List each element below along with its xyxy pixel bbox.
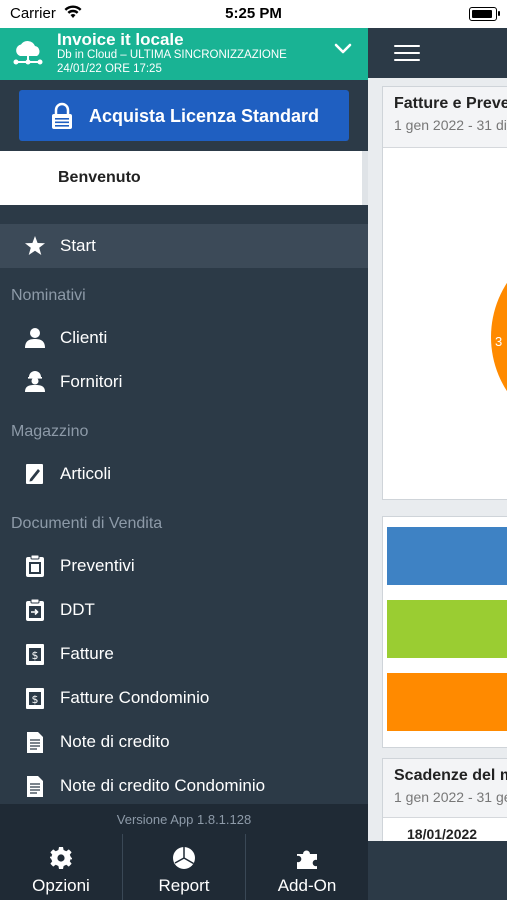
- person-icon: [25, 328, 45, 348]
- card-title: Fatture e Preventivi: [394, 95, 507, 112]
- summary-bar-orange: [387, 673, 507, 731]
- sidebar-item-articoli[interactable]: Articoli: [0, 452, 368, 496]
- section-nominativi: Nominativi: [0, 268, 368, 316]
- pie-slice-label: 3: [495, 334, 503, 349]
- clipboard-arrow-icon: [26, 599, 44, 621]
- card-title: Scadenze del mese: [394, 767, 507, 784]
- sidebar-item-label: Clienti: [60, 328, 108, 347]
- main-bottom-bar: [368, 841, 507, 900]
- due-date: 18/01/2022: [407, 826, 478, 842]
- sidebar-item-label: Fatture: [60, 644, 114, 663]
- tab-report[interactable]: Report: [123, 838, 245, 900]
- gear-icon: [50, 847, 72, 869]
- sidebar-item-label: Fatture Condominio: [60, 688, 210, 707]
- section-magazzino: Magazzino: [0, 404, 368, 452]
- card-header: Fatture e Preventivi 1 gen 2022 - 31 dic…: [383, 87, 507, 148]
- document-icon: [27, 732, 43, 753]
- sidebar-item-label: Articoli: [60, 464, 112, 483]
- section-label: Documenti di Vendita: [11, 515, 163, 532]
- app-version: Versione App 1.8.1.128: [116, 812, 252, 827]
- hamburger-menu-icon[interactable]: [394, 45, 420, 61]
- sidebar-item-note-credito[interactable]: Note di credito: [0, 720, 368, 764]
- card-subtitle: 1 gen 2022 - 31 gen 2022: [394, 789, 507, 805]
- pie-chart-icon: [173, 847, 195, 869]
- tab-label: Add-On: [277, 876, 337, 895]
- sidebar-item-fornitori[interactable]: Fornitori: [0, 360, 368, 404]
- tab-opzioni[interactable]: Opzioni: [0, 838, 122, 900]
- invoice-dollar-icon: $: [26, 644, 44, 665]
- status-time: 5:25 PM: [225, 5, 282, 22]
- sidebar-item-label: Start: [60, 236, 96, 255]
- sidebar-item-label: Note di credito: [60, 732, 170, 751]
- buy-license-button[interactable]: Acquista Licenza Standard: [19, 90, 349, 141]
- sidebar: Invoice it locale Db in Cloud – ULTIMA S…: [0, 28, 368, 900]
- sidebar-item-note-credito-condominio[interactable]: Note di credito Condominio: [0, 764, 368, 808]
- lock-icon: [52, 102, 72, 129]
- sync-status: Db in Cloud – ULTIMA SINCRONIZZAZIONE: [57, 49, 287, 61]
- worker-icon: [25, 371, 45, 392]
- app-title: Invoice it locale: [57, 30, 184, 49]
- main-content: Fatture e Preventivi 1 gen 2022 - 31 dic…: [368, 28, 507, 900]
- tab-add-on[interactable]: Add-On: [246, 838, 368, 900]
- clipboard-icon: [26, 555, 44, 577]
- sidebar-item-start[interactable]: Start: [0, 224, 368, 268]
- bar-summary-card[interactable]: [382, 516, 507, 748]
- status-bar: Carrier 5:25 PM: [0, 0, 507, 28]
- chevron-down-icon[interactable]: [334, 42, 352, 56]
- svg-text:$: $: [32, 693, 39, 706]
- sidebar-item-fatture-condominio[interactable]: $ Fatture Condominio: [0, 676, 368, 720]
- sidebar-item-label: Note di credito Condominio: [60, 776, 266, 795]
- welcome-row[interactable]: Benvenuto: [0, 151, 362, 205]
- cloud-sync-icon: [13, 41, 43, 65]
- summary-bar-green: [387, 600, 507, 658]
- welcome-edge: [362, 151, 368, 205]
- sidebar-item-fatture[interactable]: $ Fatture: [0, 632, 368, 676]
- summary-bar-blue: [387, 527, 507, 585]
- document-icon: [27, 776, 43, 797]
- buy-license-label: Acquista Licenza Standard: [89, 106, 320, 126]
- sidebar-footer: Versione App 1.8.1.128 Opzioni Report Ad…: [0, 804, 368, 900]
- tab-label: Report: [158, 876, 210, 895]
- edit-document-icon: [26, 464, 43, 484]
- sidebar-item-ddt[interactable]: DDT: [0, 588, 368, 632]
- sidebar-item-label: DDT: [60, 600, 95, 619]
- invoices-chart-card[interactable]: Fatture e Preventivi 1 gen 2022 - 31 dic…: [382, 86, 507, 500]
- db-sync-header[interactable]: Invoice it locale Db in Cloud – ULTIMA S…: [0, 28, 368, 80]
- tab-label: Opzioni: [32, 876, 90, 895]
- sync-date: 24/01/22 ORE 17:25: [57, 63, 162, 75]
- sidebar-item-clienti[interactable]: Clienti: [0, 316, 368, 360]
- card-header: Scadenze del mese 1 gen 2022 - 31 gen 20…: [383, 759, 507, 818]
- card-subtitle: 1 gen 2022 - 31 dic 2022: [394, 117, 507, 133]
- star-icon: [25, 236, 45, 255]
- section-label: Magazzino: [11, 423, 89, 440]
- main-top-bar: [368, 28, 507, 78]
- battery-icon: [469, 7, 500, 21]
- sidebar-item-preventivi[interactable]: Preventivi: [0, 544, 368, 588]
- sidebar-item-label: Fornitori: [60, 372, 123, 391]
- invoice-dollar-icon: $: [26, 688, 44, 709]
- section-documenti-vendita: Documenti di Vendita: [0, 496, 368, 544]
- puzzle-icon: [297, 850, 317, 869]
- welcome-label: Benvenuto: [58, 169, 141, 186]
- sidebar-item-label: Preventivi: [60, 556, 135, 575]
- svg-text:$: $: [32, 649, 39, 662]
- section-label: Nominativi: [11, 287, 86, 304]
- sidebar-menu: Start Nominativi Clienti Fornitori Magaz…: [0, 224, 368, 808]
